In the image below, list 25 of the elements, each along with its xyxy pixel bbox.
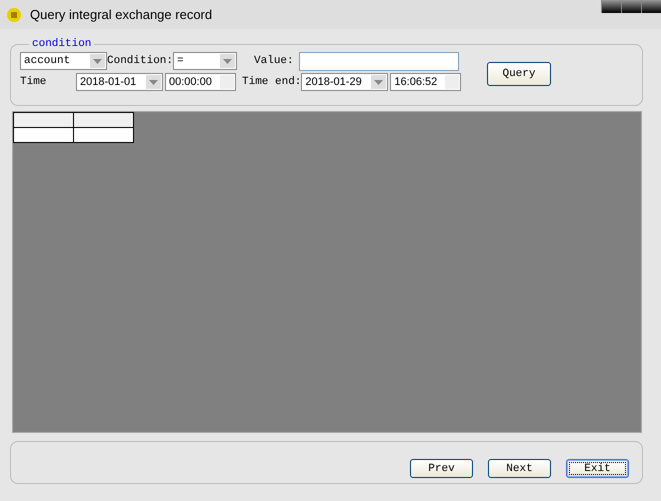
table-cell xyxy=(14,128,74,142)
condition-label: Condition: xyxy=(107,55,174,67)
value-field[interactable] xyxy=(299,52,460,70)
window-title: Query integral exchange record xyxy=(30,7,212,22)
nav-button[interactable]: Prev xyxy=(410,459,473,478)
time-start-label: Time xyxy=(20,76,48,88)
dropdown-arrow-icon xyxy=(374,80,384,84)
value-label: Value: xyxy=(254,55,295,67)
start-time-field[interactable]: 00:00:00 xyxy=(165,73,236,91)
window-controls[interactable] xyxy=(601,0,661,13)
end-date-picker[interactable]: 2018-01-29 xyxy=(301,73,388,91)
dropdown-arrow-icon xyxy=(93,58,102,64)
header-cell xyxy=(14,112,74,128)
query-button[interactable]: Query xyxy=(487,62,551,86)
start-date-picker[interactable]: 2018-01-01 xyxy=(76,73,163,91)
nav-button[interactable]: Exit xyxy=(566,459,629,478)
dropdown-arrow-icon xyxy=(149,80,158,84)
header-cell xyxy=(74,112,134,128)
operator-dropdown[interactable]: = xyxy=(173,52,238,70)
time-end-label: Time end: xyxy=(242,76,302,88)
nav-button[interactable]: Next xyxy=(488,459,551,478)
table-cell xyxy=(74,128,134,142)
field-dropdown[interactable]: account xyxy=(20,52,107,70)
dropdown-arrow-icon xyxy=(223,58,232,64)
end-time-field[interactable]: 16:06:52 xyxy=(390,73,462,91)
